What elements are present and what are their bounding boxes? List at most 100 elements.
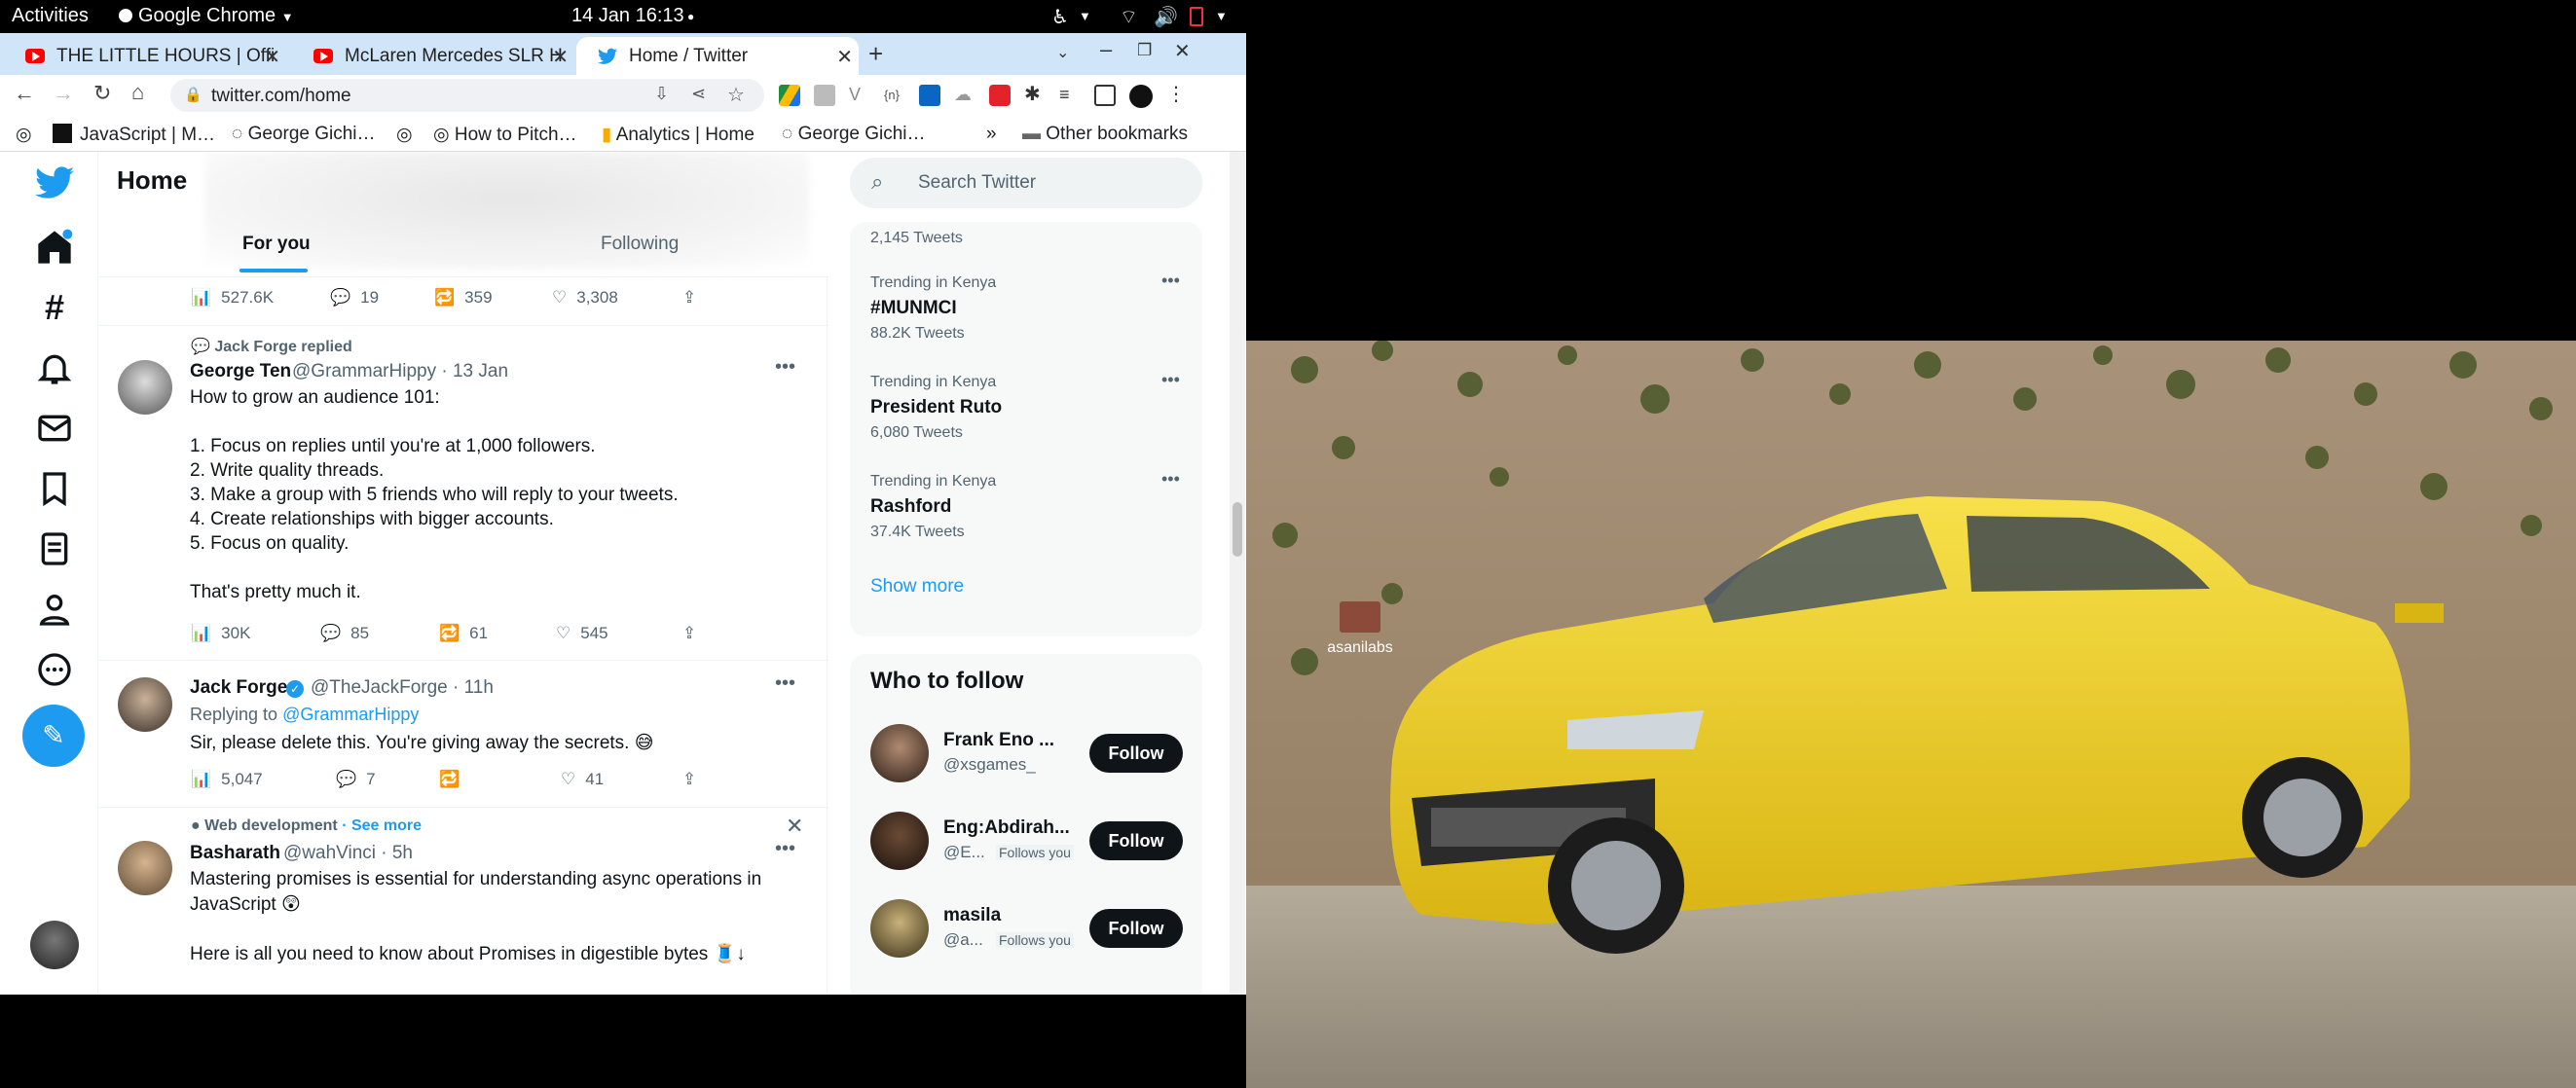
tweet-author-handle[interactable]: @TheJackForge · 11h bbox=[311, 677, 494, 699]
tab-little-hours[interactable]: THE LITTLE HOURS | Offic ✕ bbox=[4, 37, 286, 75]
tweet-author-name[interactable]: Basharath bbox=[190, 843, 280, 864]
views-stat[interactable]: 📊 30K bbox=[191, 624, 250, 643]
tab-mclaren[interactable]: McLaren Mercedes SLR H ✕ bbox=[292, 37, 574, 75]
bookmark-analytics[interactable]: ▮ Analytics | Home bbox=[602, 124, 754, 146]
apps-icon[interactable]: ◎ bbox=[16, 124, 32, 146]
see-more-link[interactable]: · See more bbox=[342, 817, 422, 834]
minimize-icon[interactable]: – bbox=[1100, 37, 1112, 62]
forward-icon[interactable]: → bbox=[53, 81, 74, 106]
reply-button[interactable]: 💬 85 bbox=[320, 624, 369, 643]
page-scrollbar[interactable] bbox=[1230, 152, 1245, 995]
url-text[interactable]: twitter.com/home bbox=[211, 86, 351, 107]
bookmark-george-2[interactable]: ◌ George Gichi… bbox=[782, 124, 926, 145]
app-menu[interactable]: Google Chrome ▼ bbox=[119, 5, 294, 27]
more-circle-icon[interactable] bbox=[35, 650, 74, 689]
tab-for-you[interactable]: For you bbox=[242, 234, 311, 255]
more-options-icon[interactable]: ••• bbox=[1161, 370, 1180, 390]
more-options-icon[interactable]: ••• bbox=[775, 838, 795, 860]
profile-icon[interactable] bbox=[35, 590, 74, 629]
reply-button[interactable]: 💬 7 bbox=[336, 770, 376, 789]
json-extension-icon[interactable]: {n} bbox=[884, 85, 905, 106]
reading-list-icon[interactable]: ≡ bbox=[1059, 85, 1081, 106]
desktop-folder-label[interactable]: asanilabs bbox=[1327, 639, 1393, 656]
accessibility-icon[interactable]: ♿ bbox=[1051, 5, 1069, 29]
dismiss-topic-icon[interactable]: ✕ bbox=[786, 814, 803, 839]
suggestion-avatar[interactable] bbox=[870, 724, 929, 782]
account-avatar[interactable] bbox=[30, 921, 79, 969]
close-tab-icon[interactable]: ✕ bbox=[264, 45, 280, 69]
globe-icon[interactable]: ◎ bbox=[396, 124, 413, 146]
tab-following[interactable]: Following bbox=[601, 234, 679, 255]
retweet-button[interactable]: 🔁 61 bbox=[439, 624, 488, 643]
messages-envelope-icon[interactable] bbox=[35, 409, 74, 448]
views-stat[interactable]: 📊 527.6K bbox=[191, 288, 274, 308]
battery-icon[interactable] bbox=[1190, 7, 1203, 26]
tweet-author-avatar[interactable] bbox=[118, 360, 172, 415]
follow-button[interactable]: Follow bbox=[1089, 734, 1183, 773]
red-extension-icon[interactable] bbox=[989, 85, 1011, 106]
retweet-button[interactable]: 🔁 bbox=[439, 770, 469, 789]
views-stat[interactable]: 📊 5,047 bbox=[191, 770, 263, 789]
chrome-menu-icon[interactable]: ⋮ bbox=[1166, 85, 1186, 106]
home-icon[interactable] bbox=[35, 228, 74, 267]
tweet-author-handle[interactable]: @wahVinci · 5h bbox=[283, 843, 413, 864]
suggestion-avatar[interactable] bbox=[870, 812, 929, 870]
notifications-bell-icon[interactable] bbox=[35, 348, 74, 387]
suggestion-name[interactable]: masila bbox=[943, 905, 1001, 926]
reply-button[interactable]: 💬 19 bbox=[330, 288, 379, 308]
more-options-icon[interactable]: ••• bbox=[775, 672, 795, 695]
drive-extension-icon[interactable] bbox=[779, 85, 800, 106]
install-app-icon[interactable]: ⇩ bbox=[654, 84, 669, 104]
linkedin-extension-icon[interactable] bbox=[919, 85, 940, 106]
bookmarks-overflow-icon[interactable]: » bbox=[986, 124, 997, 145]
search-box[interactable]: ⌕ Search Twitter bbox=[850, 158, 1202, 208]
compose-tweet-button[interactable]: ✎ bbox=[22, 705, 85, 767]
tweet-author-name[interactable]: Jack Forge bbox=[190, 677, 287, 699]
like-button[interactable]: ♡ 41 bbox=[561, 770, 604, 789]
bookmark-star-icon[interactable]: ☆ bbox=[727, 83, 745, 107]
follow-button[interactable]: Follow bbox=[1089, 821, 1183, 860]
explore-hashtag-icon[interactable]: # bbox=[35, 288, 74, 327]
retweet-button[interactable]: 🔁 359 bbox=[434, 288, 493, 308]
tab-search-icon[interactable]: ⌄ bbox=[1056, 43, 1069, 62]
mention-link[interactable]: @GrammarHippy bbox=[282, 705, 419, 724]
more-options-icon[interactable]: ••• bbox=[1161, 469, 1180, 490]
close-tab-icon[interactable]: ✕ bbox=[836, 45, 853, 69]
bookmarks-icon[interactable] bbox=[35, 469, 74, 508]
cloud-extension-icon[interactable]: ☁ bbox=[954, 85, 975, 106]
new-tab-icon[interactable]: + bbox=[868, 39, 883, 69]
share-button[interactable]: ⇪ bbox=[682, 770, 696, 789]
activities-button[interactable]: Activities bbox=[12, 5, 89, 27]
bookmark-george-1[interactable]: ◌ George Gichi… bbox=[232, 124, 376, 145]
clock[interactable]: 14 Jan 16:13 bbox=[571, 5, 684, 27]
share-icon[interactable]: ⋖ bbox=[691, 84, 706, 104]
share-button[interactable]: ⇪ bbox=[682, 288, 696, 308]
volume-icon[interactable]: 🔊 bbox=[1154, 5, 1178, 29]
show-more-link[interactable]: Show more bbox=[870, 576, 964, 598]
tab-twitter-home[interactable]: Home / Twitter ✕ bbox=[576, 37, 859, 75]
side-panel-icon[interactable] bbox=[1094, 85, 1116, 106]
scrollbar-thumb[interactable] bbox=[1233, 502, 1242, 557]
more-options-icon[interactable]: ••• bbox=[1161, 271, 1180, 291]
tweet-author-handle[interactable]: @GrammarHippy · 13 Jan bbox=[292, 361, 508, 382]
wifi-icon[interactable]: ⌔ bbox=[1120, 5, 1138, 29]
home-icon[interactable]: ⌂ bbox=[131, 80, 144, 105]
suggestion-name[interactable]: Eng:Abdirah... bbox=[943, 817, 1070, 839]
suggestion-name[interactable]: Frank Eno ... bbox=[943, 730, 1054, 751]
puzzle-extensions-icon[interactable]: ✱ bbox=[1024, 85, 1046, 106]
share-button[interactable]: ⇪ bbox=[682, 624, 696, 643]
lists-icon[interactable] bbox=[35, 529, 74, 568]
search-input[interactable]: Search Twitter bbox=[918, 172, 1036, 194]
close-tab-icon[interactable]: ✕ bbox=[552, 45, 569, 69]
bookmark-javascript[interactable]: JavaScript | M… bbox=[53, 124, 215, 146]
extension-icon[interactable] bbox=[814, 85, 835, 106]
other-bookmarks[interactable]: ▬ Other bookmarks bbox=[1022, 124, 1188, 145]
folder-icon[interactable] bbox=[1340, 601, 1380, 633]
bookmark-how-to-pitch[interactable]: ◎ How to Pitch… bbox=[433, 124, 577, 146]
profile-avatar-icon[interactable] bbox=[1129, 85, 1153, 108]
vimeo-extension-icon[interactable]: V bbox=[849, 85, 870, 106]
tweet-author-avatar[interactable] bbox=[118, 677, 172, 732]
suggestion-avatar[interactable] bbox=[870, 899, 929, 958]
twitter-logo-icon[interactable] bbox=[35, 163, 74, 202]
back-icon[interactable]: ← bbox=[14, 81, 35, 106]
